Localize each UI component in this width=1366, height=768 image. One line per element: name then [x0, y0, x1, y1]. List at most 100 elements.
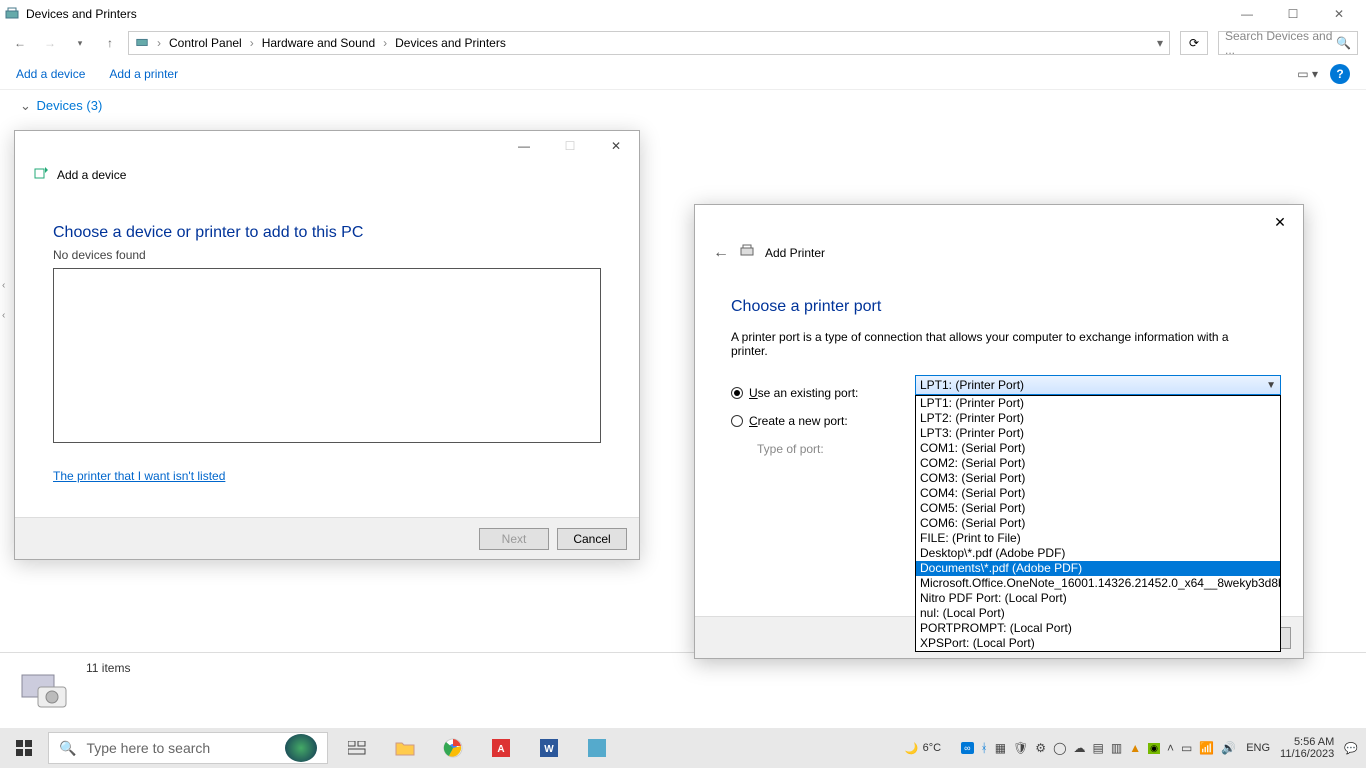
- forward-button[interactable]: →: [38, 31, 62, 55]
- port-option[interactable]: COM6: (Serial Port): [916, 516, 1280, 531]
- dialog-heading: Choose a printer port: [731, 298, 1267, 316]
- chevron-up-icon[interactable]: ˄: [1167, 741, 1174, 755]
- dialog-maximize-button[interactable]: ☐: [547, 131, 593, 161]
- search-icon: 🔍: [59, 740, 76, 757]
- acrobat-app[interactable]: A: [478, 728, 524, 768]
- dialog-close-button[interactable]: ✕: [1257, 205, 1303, 239]
- tray-icon[interactable]: ▦: [995, 741, 1006, 755]
- taskbar-clock[interactable]: 5:56 AM 11/16/2023: [1280, 736, 1334, 760]
- printer-not-listed-link[interactable]: The printer that I want isn't listed: [53, 469, 225, 483]
- tray-icon[interactable]: ∞: [961, 742, 973, 754]
- port-option[interactable]: COM2: (Serial Port): [916, 456, 1280, 471]
- weather-widget[interactable]: 🌙 6°C: [905, 742, 941, 755]
- back-button[interactable]: ←: [713, 244, 729, 262]
- start-button[interactable]: [0, 728, 48, 768]
- wifi-icon[interactable]: 📶: [1199, 741, 1214, 755]
- tray-icon[interactable]: ▲: [1129, 741, 1141, 755]
- devices-printers-icon: [4, 6, 20, 22]
- devices-group-header[interactable]: ⌄ Devices (3): [0, 90, 1366, 122]
- weather-icon: 🌙: [905, 742, 919, 755]
- port-option[interactable]: COM5: (Serial Port): [916, 501, 1280, 516]
- port-option[interactable]: LPT2: (Printer Port): [916, 411, 1280, 426]
- word-app[interactable]: W: [526, 728, 572, 768]
- devices-large-icon: [18, 669, 70, 711]
- port-option[interactable]: LPT3: (Printer Port): [916, 426, 1280, 441]
- back-button[interactable]: ←: [8, 31, 32, 55]
- chrome-app[interactable]: [430, 728, 476, 768]
- refresh-button[interactable]: ⟳: [1180, 31, 1208, 55]
- breadcrumb-item[interactable]: Control Panel: [169, 36, 242, 50]
- system-tray[interactable]: ∞ ᚼ ▦ 🛡 ⚙ ◯ ☁ ▤ ▥ ▲ ◉ ˄ ▭ 📶 🔊: [961, 741, 1236, 755]
- svg-text:A: A: [497, 744, 504, 755]
- breadcrumb-item[interactable]: Hardware and Sound: [262, 36, 375, 50]
- tray-icon[interactable]: ▥: [1111, 741, 1122, 755]
- search-placeholder: Search Devices and ...: [1225, 29, 1336, 57]
- chevron-down-icon: ▼: [1266, 380, 1276, 391]
- port-select[interactable]: LPT1: (Printer Port) ▼: [915, 375, 1281, 395]
- battery-icon[interactable]: ▭: [1181, 741, 1192, 755]
- volume-icon[interactable]: 🔊: [1221, 741, 1236, 755]
- maximize-button[interactable]: ☐: [1270, 0, 1316, 28]
- search-placeholder: Type here to search: [86, 740, 210, 756]
- tray-icon[interactable]: ◯: [1053, 741, 1066, 755]
- type-of-port-label: Type of port:: [757, 442, 824, 456]
- port-option[interactable]: COM4: (Serial Port): [916, 486, 1280, 501]
- port-option[interactable]: COM3: (Serial Port): [916, 471, 1280, 486]
- breadcrumb-sep: ›: [157, 36, 161, 50]
- breadcrumb-item[interactable]: Devices and Printers: [395, 36, 506, 50]
- search-input[interactable]: Search Devices and ... 🔍: [1218, 31, 1358, 55]
- dialog-description: A printer port is a type of connection t…: [731, 330, 1267, 358]
- port-option[interactable]: COM1: (Serial Port): [916, 441, 1280, 456]
- toolbar: Add a device Add a printer ▭ ▾ ?: [0, 58, 1366, 90]
- language-indicator[interactable]: ENG: [1246, 742, 1270, 754]
- breadcrumb-sep: ›: [383, 36, 387, 50]
- address-dropdown-icon[interactable]: ▾: [1157, 36, 1163, 50]
- dialog-close-button[interactable]: ✕: [593, 131, 639, 161]
- recent-dropdown[interactable]: ▾: [68, 31, 92, 55]
- cortana-icon[interactable]: [285, 734, 317, 762]
- port-option[interactable]: nul: (Local Port): [916, 606, 1280, 621]
- notifications-button[interactable]: 💬: [1344, 742, 1358, 755]
- svg-text:W: W: [544, 744, 554, 755]
- create-new-port-radio[interactable]: [731, 415, 743, 427]
- nvidia-icon[interactable]: ◉: [1148, 743, 1160, 754]
- help-button[interactable]: ?: [1330, 64, 1350, 84]
- weather-temp: 6°C: [923, 742, 941, 754]
- dialog-minimize-button[interactable]: —: [501, 131, 547, 161]
- onedrive-icon[interactable]: ☁: [1074, 741, 1086, 755]
- port-option[interactable]: LPT1: (Printer Port): [916, 396, 1280, 411]
- close-button[interactable]: ✕: [1316, 0, 1362, 28]
- taskbar-search[interactable]: 🔍 Type here to search: [48, 732, 328, 764]
- app-icon[interactable]: [574, 728, 620, 768]
- add-printer-link[interactable]: Add a printer: [109, 67, 178, 81]
- port-dropdown-list[interactable]: LPT1: (Printer Port)LPT2: (Printer Port)…: [915, 395, 1281, 652]
- port-option[interactable]: PORTPROMPT: (Local Port): [916, 621, 1280, 636]
- up-button[interactable]: ↑: [98, 31, 122, 55]
- file-explorer-app[interactable]: [382, 728, 428, 768]
- bluetooth-icon[interactable]: ᚼ: [981, 741, 988, 755]
- add-device-dialog: — ☐ ✕ Add a device Choose a device or pr…: [14, 130, 640, 560]
- add-device-link[interactable]: Add a device: [16, 67, 85, 81]
- port-option[interactable]: FILE: (Print to File): [916, 531, 1280, 546]
- status-item-count: 11 items: [86, 661, 130, 675]
- device-list[interactable]: [53, 268, 601, 443]
- use-existing-port-radio[interactable]: [731, 387, 743, 399]
- tray-icon[interactable]: ▤: [1093, 741, 1104, 755]
- group-label: Devices (3): [37, 98, 103, 113]
- clock-date: 11/16/2023: [1280, 748, 1334, 760]
- address-bar[interactable]: › Control Panel › Hardware and Sound › D…: [128, 31, 1170, 55]
- dialog-subtext: No devices found: [53, 248, 601, 262]
- chevron-down-icon: ⌄: [20, 98, 31, 113]
- port-option[interactable]: Microsoft.Office.OneNote_16001.14326.214…: [916, 576, 1280, 591]
- search-icon: 🔍: [1336, 36, 1351, 50]
- view-options-button[interactable]: ▭ ▾: [1297, 67, 1318, 81]
- task-view-button[interactable]: [334, 728, 380, 768]
- cancel-button[interactable]: Cancel: [557, 528, 627, 550]
- port-option[interactable]: Desktop\*.pdf (Adobe PDF): [916, 546, 1280, 561]
- port-option[interactable]: Nitro PDF Port: (Local Port): [916, 591, 1280, 606]
- port-option[interactable]: Documents\*.pdf (Adobe PDF): [916, 561, 1280, 576]
- minimize-button[interactable]: —: [1224, 0, 1270, 28]
- tray-icon[interactable]: ⚙: [1035, 741, 1046, 755]
- port-option[interactable]: XPSPort: (Local Port): [916, 636, 1280, 651]
- security-icon[interactable]: 🛡: [1013, 741, 1028, 755]
